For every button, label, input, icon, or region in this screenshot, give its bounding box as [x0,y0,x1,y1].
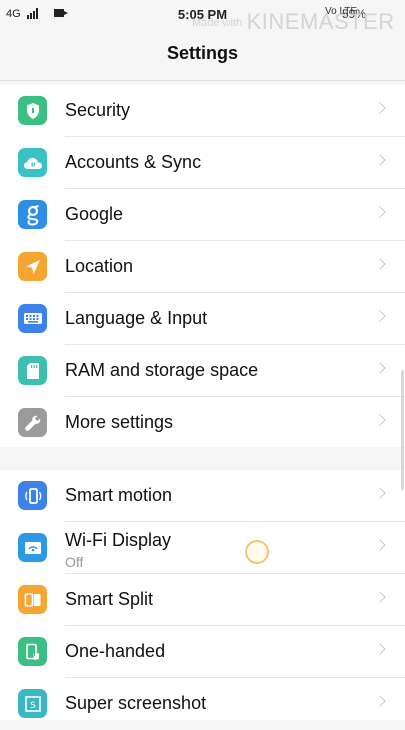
split-screen-icon [18,585,47,614]
keyboard-icon [18,304,47,333]
shield-icon [18,96,47,125]
scrollbar[interactable] [401,370,404,490]
phone-motion-icon [18,481,47,510]
chevron-right-icon [374,539,386,551]
settings-item-label: Language & Input [65,308,208,328]
svg-text:S: S [30,701,36,711]
chevron-right-icon [374,154,386,166]
chevron-right-icon [374,591,386,603]
location-arrow-icon [18,252,47,281]
chevron-right-icon [374,695,386,707]
settings-item-label: Super screenshot [65,693,207,713]
settings-item-smart-motion[interactable]: Smart motion [0,470,405,522]
chevron-right-icon [374,258,386,270]
chevron-right-icon [374,414,386,426]
settings-item-label: More settings [65,412,174,432]
settings-item-more-settings[interactable]: More settings [0,397,405,449]
settings-item-label: Security [65,100,131,120]
google-g-icon [18,200,47,229]
wrench-icon [18,408,47,437]
chevron-right-icon [374,362,386,374]
wifi-display-icon [18,533,47,562]
chevron-right-icon [374,487,386,499]
settings-item-label: One-handed [65,641,166,661]
chevron-right-icon [374,102,386,114]
settings-item-label: Smart Split [65,589,154,609]
one-hand-icon [18,637,47,666]
chevron-right-icon [374,310,386,322]
page-title: Settings [166,43,238,63]
touch-indicator [245,540,269,564]
screenshot-icon: S [18,689,47,718]
settings-item-language-input[interactable]: Language & Input [0,293,405,345]
cloud-sync-icon [18,148,47,177]
settings-item-super-screenshot[interactable]: S Super screenshot [0,678,405,730]
settings-item-status: Off [65,554,84,570]
settings-item-accounts-sync[interactable]: Accounts & Sync [0,137,405,189]
settings-item-wifi-display[interactable]: Wi-Fi Display Off [0,522,405,574]
settings-item-label: Smart motion [65,485,173,505]
chevron-right-icon [374,643,386,655]
settings-item-security[interactable]: Security [0,85,405,137]
sd-card-icon [18,356,47,385]
settings-group-2: Smart motion Wi-Fi Display Off Smart Spl… [0,470,405,720]
settings-item-label: Google [65,204,124,224]
settings-group-1: Security Accounts & Sync Google Location… [0,85,405,447]
settings-item-smart-split[interactable]: Smart Split [0,574,405,626]
settings-item-ram-storage[interactable]: RAM and storage space [0,345,405,397]
settings-item-label: Wi-Fi Display [65,530,171,550]
watermark-small: Made with [192,17,243,29]
chevron-right-icon [374,206,386,218]
settings-item-label: RAM and storage space [65,360,259,380]
settings-header: Settings [0,30,405,81]
settings-item-google[interactable]: Google [0,189,405,241]
settings-item-label: Accounts & Sync [65,152,202,172]
settings-item-one-handed[interactable]: One-handed [0,626,405,678]
settings-item-label: Location [65,256,134,276]
settings-item-location[interactable]: Location [0,241,405,293]
